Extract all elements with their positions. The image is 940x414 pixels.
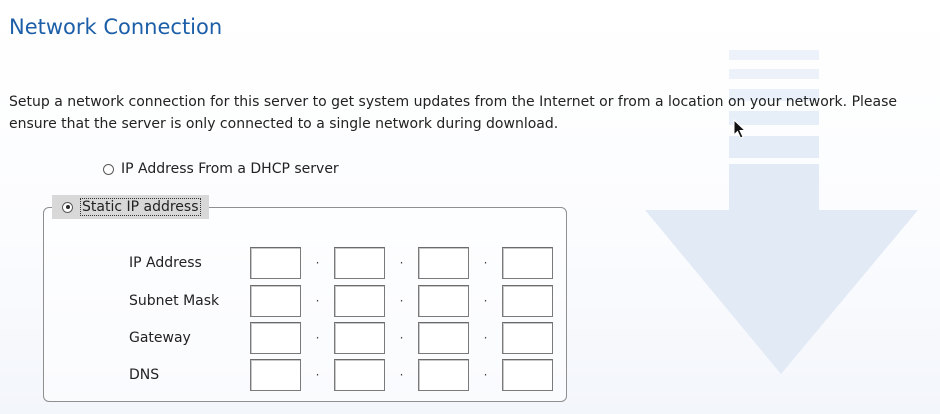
gateway-octet-1[interactable] (250, 322, 301, 354)
dhcp-option[interactable]: IP Address From a DHCP server (103, 161, 339, 177)
subnet-mask-octet-1[interactable] (250, 285, 301, 317)
dhcp-option-label: IP Address From a DHCP server (121, 161, 339, 177)
subnet-mask-row: Subnet Mask · · · (129, 285, 553, 317)
subnet-mask-octet-2[interactable] (334, 285, 385, 317)
static-ip-option-label: Static IP address (80, 198, 201, 216)
octet-separator: · (399, 256, 404, 270)
dns-octet-1[interactable] (250, 359, 301, 391)
mouse-pointer-icon (733, 119, 747, 139)
octet-separator: · (399, 331, 404, 345)
ip-address-octet-2[interactable] (334, 247, 385, 279)
page-title: Network Connection (9, 15, 223, 39)
static-ip-option[interactable]: Static IP address (52, 195, 209, 219)
ip-address-row: IP Address · · · (129, 247, 553, 279)
octet-separator: · (315, 331, 320, 345)
ip-address-octet-3[interactable] (418, 247, 469, 279)
octet-separator: · (483, 331, 488, 345)
dns-octet-2[interactable] (334, 359, 385, 391)
gateway-row: Gateway · · · (129, 322, 553, 354)
octet-separator: · (315, 294, 320, 308)
dns-label: DNS (129, 367, 160, 383)
gateway-octet-3[interactable] (418, 322, 469, 354)
octet-separator: · (483, 368, 488, 382)
dns-octet-3[interactable] (418, 359, 469, 391)
ip-address-label: IP Address (129, 255, 202, 271)
gateway-label: Gateway (129, 330, 191, 346)
octet-separator: · (315, 256, 320, 270)
octet-separator: · (399, 368, 404, 382)
subnet-mask-label: Subnet Mask (129, 293, 220, 309)
octet-separator: · (483, 256, 488, 270)
subnet-mask-octet-4[interactable] (502, 285, 553, 317)
ip-address-octet-4[interactable] (502, 247, 553, 279)
dns-octet-4[interactable] (502, 359, 553, 391)
subnet-mask-octet-3[interactable] (418, 285, 469, 317)
octet-separator: · (315, 368, 320, 382)
page-description: Setup a network connection for this serv… (9, 94, 897, 132)
octet-separator: · (399, 294, 404, 308)
dns-row: DNS · · · (129, 359, 553, 391)
dhcp-radio[interactable] (103, 163, 114, 175)
static-ip-radio[interactable] (62, 201, 73, 213)
gateway-octet-2[interactable] (334, 322, 385, 354)
gateway-octet-4[interactable] (502, 322, 553, 354)
ip-address-octet-1[interactable] (250, 247, 301, 279)
octet-separator: · (483, 294, 488, 308)
